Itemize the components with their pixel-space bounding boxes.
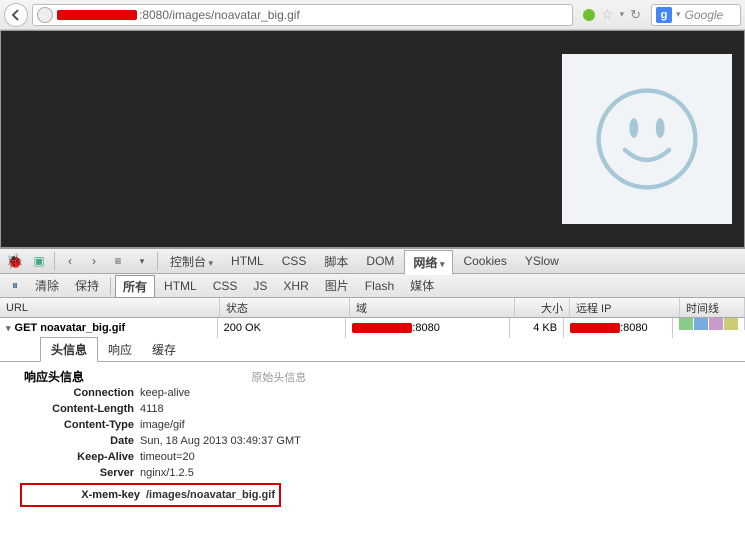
tab-html[interactable]: HTML — [223, 251, 272, 271]
request-timeline — [673, 318, 745, 330]
response-headers-title: 响应头信息 — [24, 370, 84, 384]
search-placeholder: Google — [685, 8, 724, 22]
separator — [157, 252, 158, 270]
filter-media[interactable]: 媒体 — [403, 275, 441, 296]
net-sub-toolbar: ⏸ 清除 保持 所有 HTML CSS JS XHR 图片 Flash 媒体 — [0, 274, 745, 298]
filter-xhr[interactable]: XHR — [276, 277, 315, 295]
request-status: 200 OK — [218, 318, 347, 338]
header-row: Content-Length4118 — [20, 401, 725, 417]
smiley-face-icon — [592, 84, 702, 194]
arrow-left-icon — [10, 9, 22, 21]
col-status[interactable]: 状态 — [220, 298, 350, 317]
google-icon: g — [656, 7, 672, 23]
net-table-header: URL 状态 域 大小 远程 IP 时间线 — [0, 298, 745, 318]
status-dot-icon — [583, 9, 595, 21]
filter-css[interactable]: CSS — [206, 277, 245, 295]
subtab-headers[interactable]: 头信息 — [40, 337, 98, 362]
request-size: 4 KB — [510, 318, 565, 338]
col-timeline[interactable]: 时间线 — [680, 298, 745, 317]
net-request-row[interactable]: ▾ GET noavatar_big.gif 200 OK :8080 4 KB… — [0, 318, 745, 338]
globe-icon — [37, 7, 53, 23]
image-preview — [562, 54, 732, 224]
nav-fwd-button[interactable]: › — [83, 251, 105, 271]
tab-yslow[interactable]: YSlow — [517, 251, 567, 271]
tab-console[interactable]: 控制台 — [162, 250, 221, 273]
redacted-ip — [570, 323, 620, 333]
highlighted-header: X-mem-key/images/noavatar_big.gif — [20, 483, 281, 507]
lines-icon[interactable]: ≡ — [107, 251, 129, 271]
persist-button[interactable]: 保持 — [68, 275, 106, 296]
header-row: Connectionkeep-alive — [20, 385, 725, 401]
tab-cookies[interactable]: Cookies — [455, 251, 514, 271]
headers-panel: 响应头信息 原始头信息 Connectionkeep-alive Content… — [0, 362, 745, 532]
inspector-icon[interactable]: ▣ — [28, 251, 50, 271]
dropdown-icon[interactable]: ▾ — [131, 251, 153, 271]
firebug-icon[interactable]: 🐞 — [4, 251, 26, 271]
request-file: noavatar_big.gif — [40, 322, 125, 334]
browser-toolbar: :8080/images/noavatar_big.gif ☆ ▾ ↻ g ▾ … — [0, 0, 745, 30]
subtab-response[interactable]: 响应 — [98, 338, 142, 361]
request-method: GET — [15, 322, 38, 334]
firebug-toolbar: 🐞 ▣ ‹ › ≡ ▾ 控制台 HTML CSS 脚本 DOM 网络 Cooki… — [0, 248, 745, 274]
request-subtabs: 头信息 响应 缓存 — [0, 338, 745, 362]
nav-back-button[interactable]: ‹ — [59, 251, 81, 271]
tab-net[interactable]: 网络 — [404, 250, 453, 275]
filter-images[interactable]: 图片 — [318, 275, 356, 296]
subtab-cache[interactable]: 缓存 — [142, 338, 186, 361]
search-engine-box[interactable]: g ▾ Google — [651, 4, 741, 26]
tab-dom[interactable]: DOM — [358, 251, 402, 271]
dropdown-icon[interactable]: ▾ — [620, 9, 625, 20]
back-button[interactable] — [4, 3, 28, 27]
filter-flash[interactable]: Flash — [358, 277, 401, 295]
separator — [54, 252, 55, 270]
raw-headers-link[interactable]: 原始头信息 — [251, 372, 306, 384]
filter-js[interactable]: JS — [246, 277, 274, 295]
break-icon[interactable]: ⏸ — [4, 276, 26, 296]
address-bar[interactable]: :8080/images/noavatar_big.gif — [32, 4, 573, 26]
bookmark-icon[interactable]: ☆ — [601, 6, 614, 23]
reload-icon[interactable]: ↻ — [630, 7, 641, 23]
redacted-host — [57, 10, 137, 20]
header-row: Servernginx/1.2.5 — [20, 465, 725, 481]
clear-button[interactable]: 清除 — [28, 275, 66, 296]
header-row: DateSun, 18 Aug 2013 03:49:37 GMT — [20, 433, 725, 449]
collapse-icon[interactable]: ▾ — [6, 323, 11, 334]
col-remote-ip[interactable]: 远程 IP — [570, 298, 680, 317]
header-row: Keep-Alivetimeout=20 — [20, 449, 725, 465]
page-content — [0, 30, 745, 248]
filter-all[interactable]: 所有 — [115, 275, 155, 298]
separator — [110, 277, 111, 295]
toolbar-right: ☆ ▾ ↻ — [577, 6, 647, 23]
dropdown-icon[interactable]: ▾ — [676, 9, 681, 20]
tab-css[interactable]: CSS — [274, 251, 315, 271]
url-path: :8080/images/noavatar_big.gif — [139, 8, 300, 22]
col-domain[interactable]: 域 — [350, 298, 515, 317]
redacted-domain — [352, 323, 412, 333]
col-size[interactable]: 大小 — [515, 298, 570, 317]
header-row: Content-Typeimage/gif — [20, 417, 725, 433]
request-domain: :8080 — [346, 318, 509, 338]
filter-html[interactable]: HTML — [157, 277, 204, 295]
request-remote-ip: :8080 — [564, 318, 673, 338]
tab-script[interactable]: 脚本 — [316, 250, 356, 273]
col-url[interactable]: URL — [0, 298, 220, 317]
